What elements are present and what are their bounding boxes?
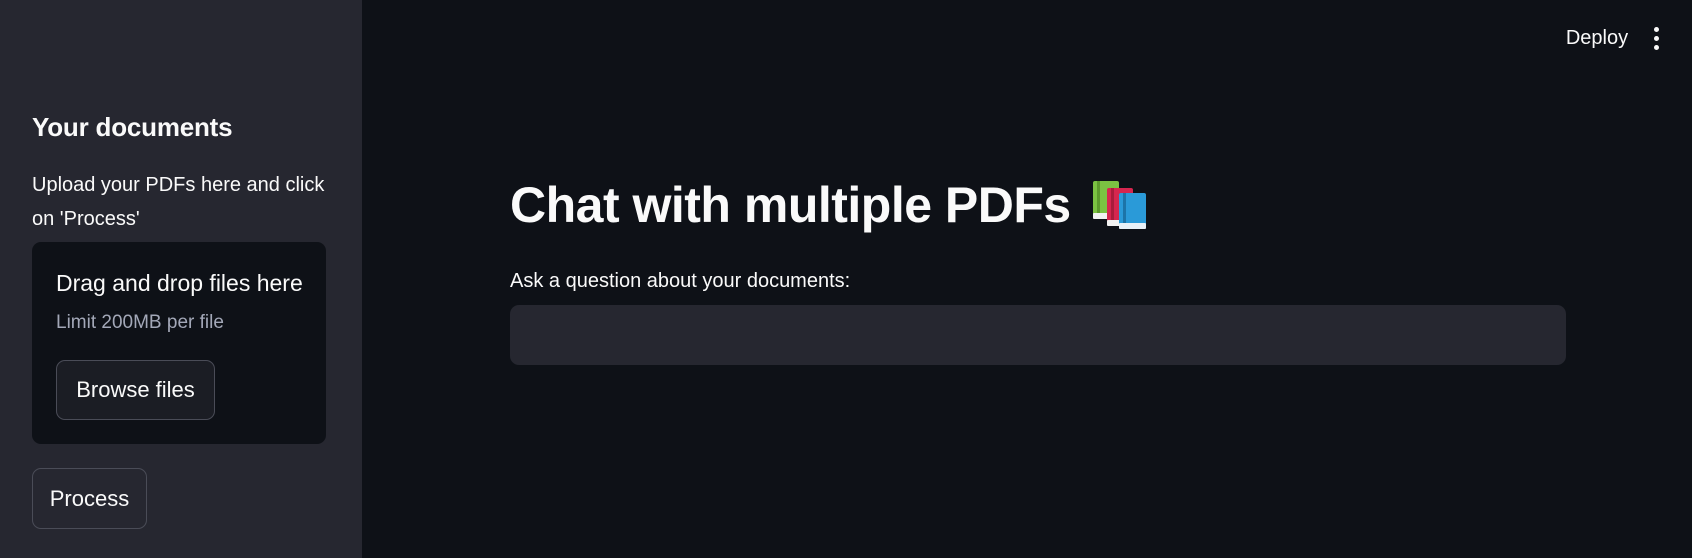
books-icon xyxy=(1092,181,1146,229)
dropzone-title: Drag and drop files here xyxy=(56,270,303,296)
sidebar: Your documents Upload your PDFs here and… xyxy=(0,0,362,558)
page-title: Chat with multiple PDFs xyxy=(510,176,1149,234)
browse-files-button[interactable]: Browse files xyxy=(56,360,215,420)
sidebar-description: Upload your PDFs here and click on 'Proc… xyxy=(32,174,325,230)
file-dropzone[interactable]: Drag and drop files here Limit 200MB per… xyxy=(32,242,326,444)
question-label: Ask a question about your documents: xyxy=(510,270,851,292)
dropzone-limit: Limit 200MB per file xyxy=(56,312,224,333)
page-title-text: Chat with multiple PDFs xyxy=(510,177,1071,233)
question-input[interactable] xyxy=(510,305,1566,365)
sidebar-title: Your documents xyxy=(32,112,233,142)
process-button[interactable]: Process xyxy=(32,468,147,529)
kebab-menu-icon[interactable] xyxy=(1645,20,1667,56)
deploy-button[interactable]: Deploy xyxy=(1542,22,1652,54)
app-root: Your documents Upload your PDFs here and… xyxy=(0,0,1692,558)
